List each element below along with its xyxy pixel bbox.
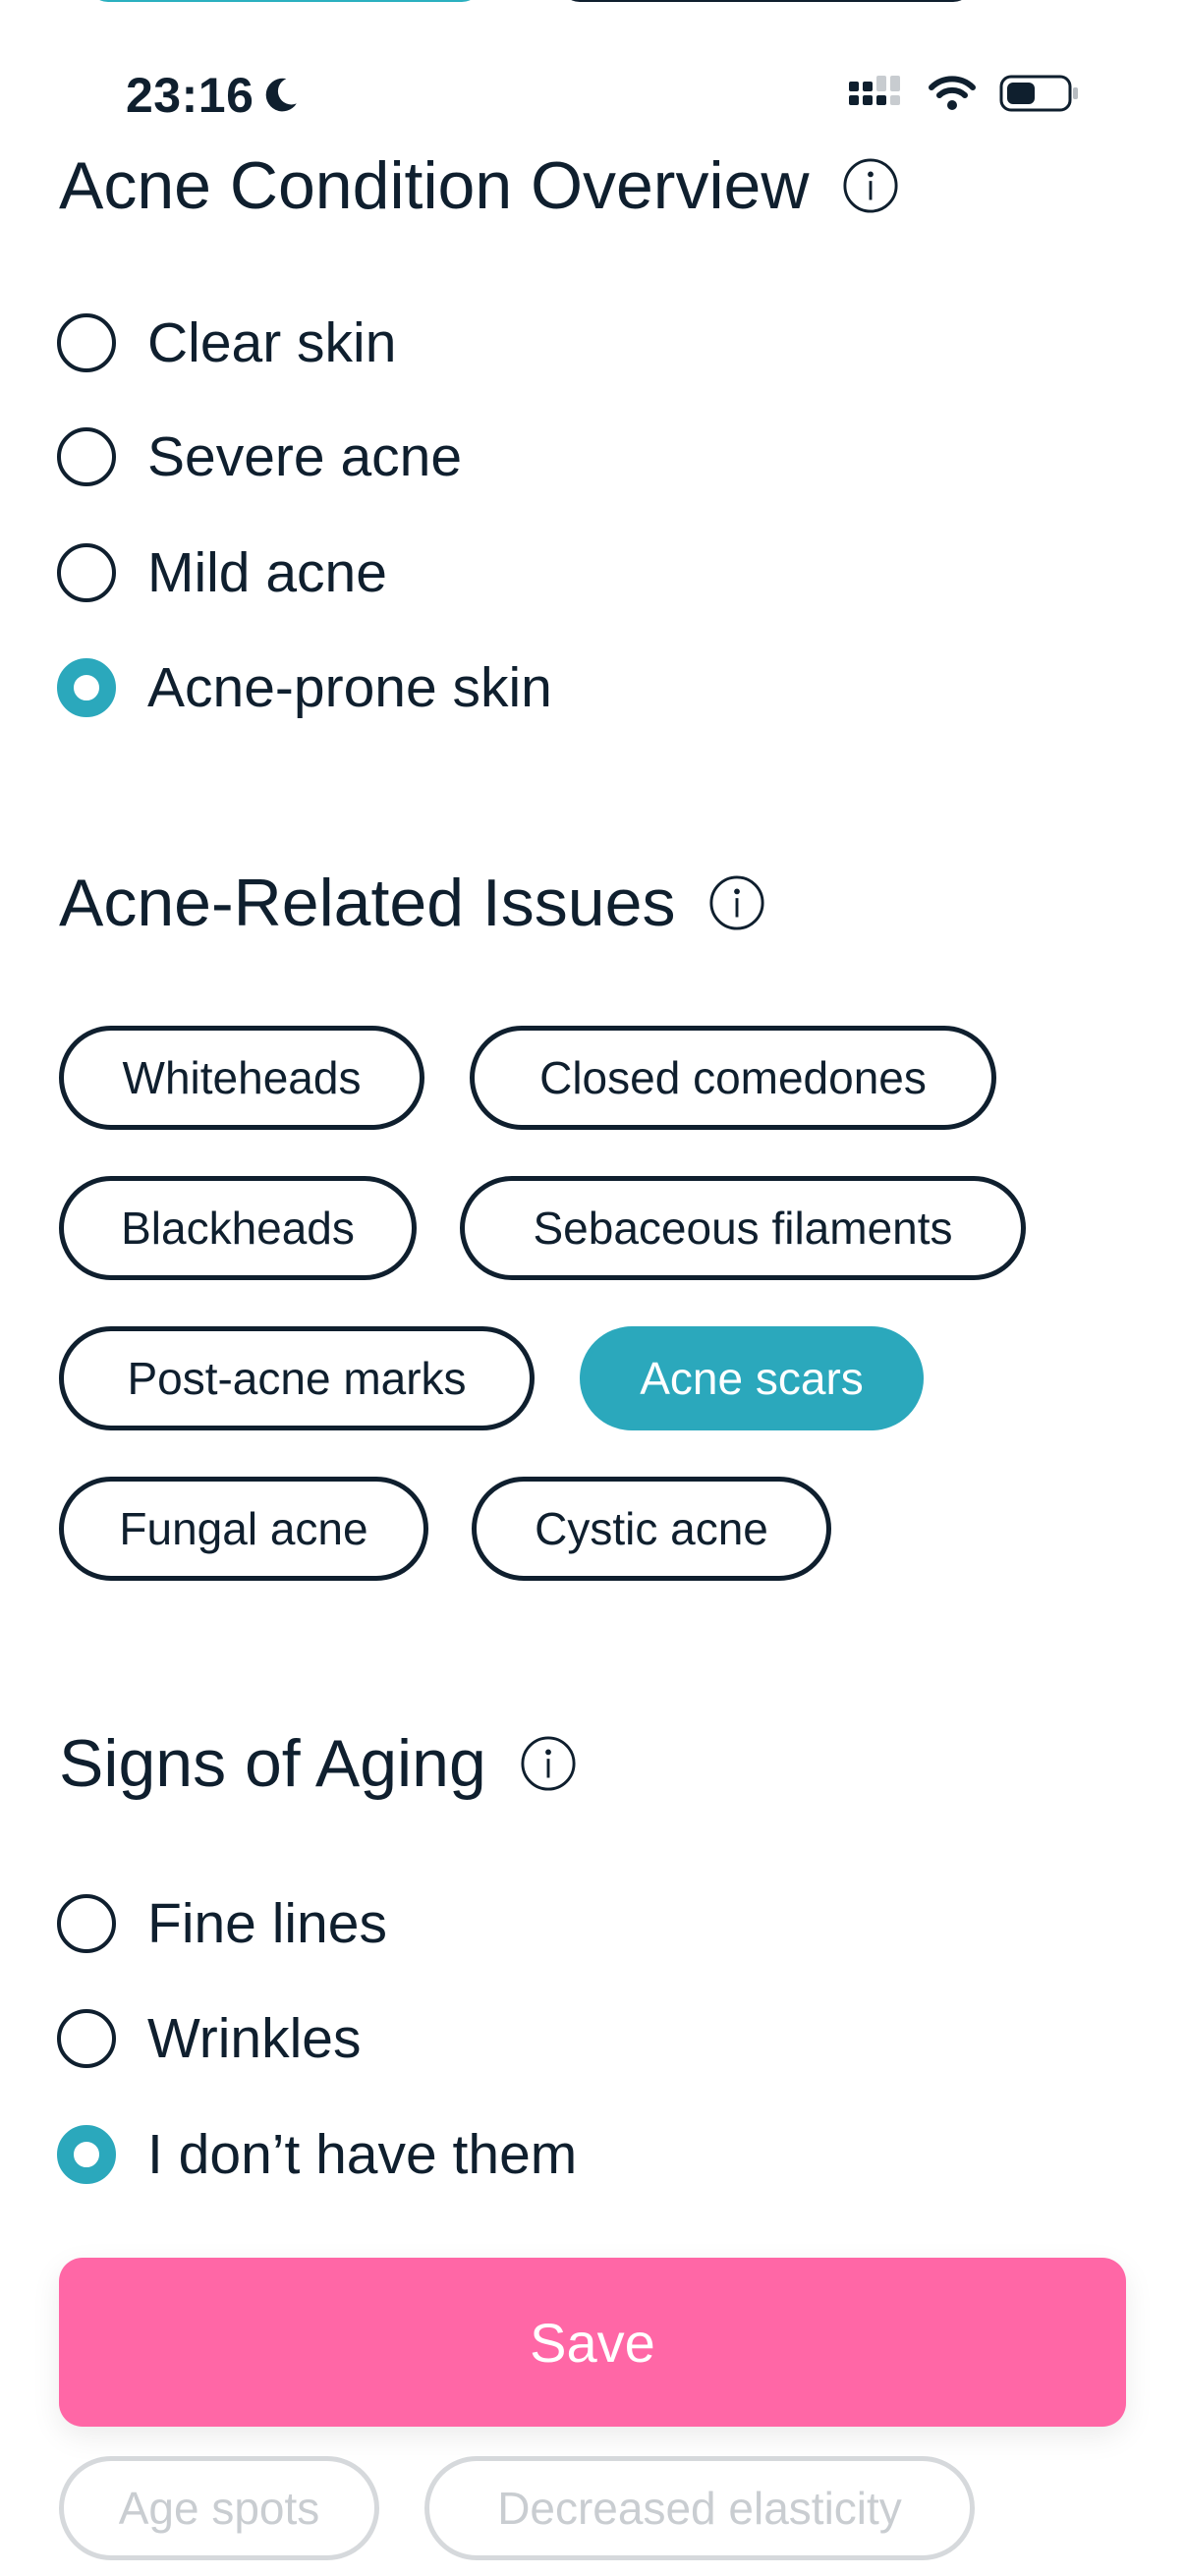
radio-option-wrinkles[interactable]: Wrinkles: [57, 2006, 361, 2071]
chip-sebaceous-filaments[interactable]: Sebaceous filaments: [460, 1176, 1026, 1280]
chip-age-spots[interactable]: Age spots: [59, 2456, 379, 2560]
status-icons: [847, 73, 1081, 114]
status-bar: 23:16: [0, 59, 1185, 138]
chip-fungal-acne[interactable]: Fungal acne: [59, 1477, 428, 1581]
info-icon[interactable]: [708, 874, 765, 931]
radio-option-fine-lines[interactable]: Fine lines: [57, 1891, 387, 1956]
radio-button[interactable]: [57, 313, 116, 372]
chip-whiteheads[interactable]: Whiteheads: [59, 1026, 424, 1130]
chip-blackheads[interactable]: Blackheads: [59, 1176, 417, 1280]
radio-button-selected[interactable]: [57, 658, 116, 717]
acne-issues-title: Acne-Related Issues: [59, 866, 676, 940]
aging-title: Signs of Aging: [59, 1726, 486, 1801]
signal-icon: [849, 76, 900, 105]
radio-option-acne-prone-skin[interactable]: Acne-prone skin: [57, 655, 552, 720]
acne-condition-title: Acne Condition Overview: [59, 148, 810, 223]
battery-icon: [999, 75, 1078, 112]
wifi-icon: [929, 76, 976, 110]
radio-button[interactable]: [57, 427, 116, 486]
chip-post-acne-marks[interactable]: Post-acne marks: [59, 1326, 535, 1430]
status-time: 23:16: [126, 68, 254, 123]
aging-title-row: Signs of Aging: [59, 1725, 577, 1802]
top-tab-peek-left: [88, 0, 481, 2]
acne-condition-title-row: Acne Condition Overview: [59, 147, 899, 224]
radio-option-severe-acne[interactable]: Severe acne: [57, 424, 462, 489]
radio-label: Clear skin: [147, 311, 397, 374]
radio-label: Wrinkles: [147, 2007, 362, 2070]
radio-option-mild-acne[interactable]: Mild acne: [57, 540, 387, 605]
chip-decreased-elasticity[interactable]: Decreased elasticity: [424, 2456, 975, 2560]
radio-label: Mild acne: [147, 541, 387, 604]
save-button[interactable]: Save: [59, 2258, 1126, 2427]
info-icon[interactable]: [842, 157, 899, 214]
radio-option-clear-skin[interactable]: Clear skin: [57, 310, 396, 375]
radio-label: Acne-prone skin: [147, 656, 552, 719]
radio-button[interactable]: [57, 543, 116, 602]
radio-option-dont-have-them[interactable]: I don’t have them: [57, 2122, 577, 2187]
radio-label: Fine lines: [147, 1892, 387, 1955]
radio-label: I don’t have them: [147, 2123, 578, 2186]
acne-issues-title-row: Acne-Related Issues: [59, 865, 765, 941]
chip-closed-comedones[interactable]: Closed comedones: [470, 1026, 996, 1130]
top-tab-peek-right: [560, 0, 973, 2]
radio-button-selected[interactable]: [57, 2125, 116, 2184]
radio-button[interactable]: [57, 2009, 116, 2068]
chip-cystic-acne[interactable]: Cystic acne: [472, 1477, 831, 1581]
radio-label: Severe acne: [147, 425, 463, 488]
moon-icon: [266, 78, 298, 112]
info-icon[interactable]: [520, 1735, 577, 1792]
chip-acne-scars[interactable]: Acne scars: [580, 1326, 924, 1430]
status-time-group: 23:16: [126, 67, 301, 124]
radio-button[interactable]: [57, 1894, 116, 1953]
